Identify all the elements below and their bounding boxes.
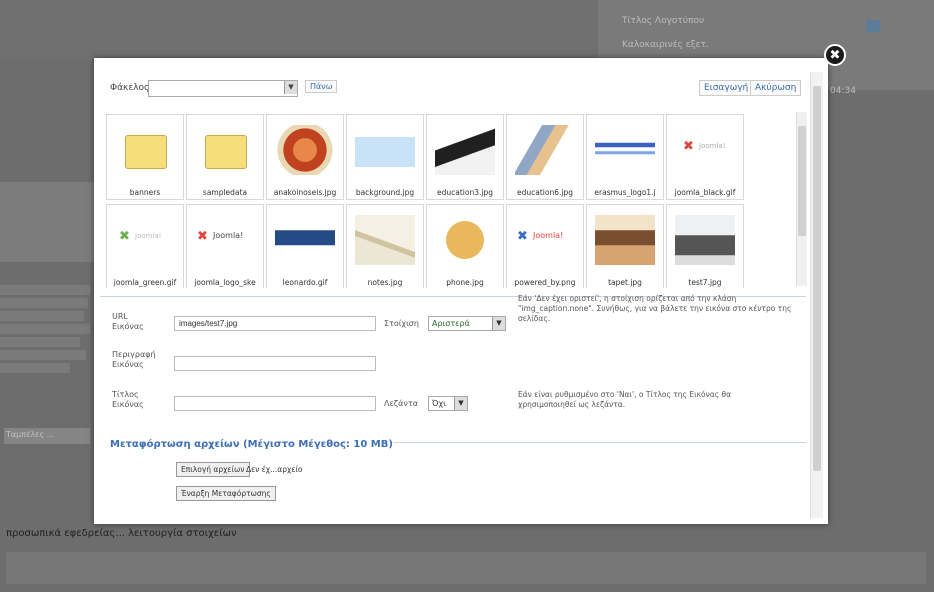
thumb-caption: anakoinoseis.jpg xyxy=(273,188,337,197)
gallery-scrollbar-thumb[interactable] xyxy=(798,126,806,236)
thumb-caption: joomla_logo_ske xyxy=(194,278,256,287)
background-editor-text xyxy=(0,282,95,402)
graduation-cap-image xyxy=(435,125,495,175)
upload-title: Μεταφόρτωση αρχείων (Μέγιστο Μέγεθος: 10… xyxy=(110,439,393,450)
thumb-caption: test7.jpg xyxy=(688,278,722,287)
thumb-caption: phone.jpg xyxy=(446,278,484,287)
choose-files-button[interactable]: Επιλογή αρχείων xyxy=(176,462,250,477)
background-flag-icon xyxy=(866,20,880,32)
people-image xyxy=(675,215,735,265)
insert-button[interactable]: Εισαγωγή xyxy=(699,80,754,96)
thumb-joomla-black[interactable]: joomla_black.gif xyxy=(666,114,744,200)
background-row-2: Καλοκαιρινές εξετ. xyxy=(622,40,709,50)
title-input[interactable] xyxy=(174,396,376,411)
thumb-caption: joomla_black.gif xyxy=(674,188,736,197)
phone-image xyxy=(435,215,495,265)
description-label: Περιγραφή Εικόνας xyxy=(112,350,156,369)
align-select[interactable]: Αριστερά ▼ xyxy=(428,316,506,331)
chevron-down-icon: ▼ xyxy=(454,397,467,410)
background-editor-toolbar xyxy=(0,182,95,262)
thumb-joomla-green[interactable]: joomla_green.gif xyxy=(106,204,184,288)
start-upload-button[interactable]: Έναρξη Μεταφόρτωσης xyxy=(176,486,276,501)
title-label: Τίτλος Εικόνας xyxy=(112,390,144,409)
notes-image xyxy=(355,215,415,265)
background-select: Ταμπέλες ... xyxy=(4,428,90,444)
gallery-scrollbar[interactable] xyxy=(796,112,807,286)
joomla-logo-image xyxy=(195,215,255,265)
thumb-caption: banners xyxy=(129,188,161,197)
thumb-leonardo[interactable]: leonardo.gif xyxy=(266,204,344,288)
background-bottom-note: προσωπικά εφεδρείας... λειτουργία στοιχε… xyxy=(6,528,237,539)
up-button[interactable]: Πάνω xyxy=(305,80,338,93)
thumb-education6[interactable]: education6.jpg xyxy=(506,114,584,200)
thumb-joomla-logo[interactable]: joomla_logo_ske xyxy=(186,204,264,288)
thumb-phone[interactable]: phone.jpg xyxy=(426,204,504,288)
thumb-notes[interactable]: notes.jpg xyxy=(346,204,424,288)
thumb-powered-by[interactable]: powered_by.png xyxy=(506,204,584,288)
thumb-caption: erasmus_logo1.j xyxy=(594,188,656,197)
thumb-anakoinoseis[interactable]: anakoinoseis.jpg xyxy=(266,114,344,200)
chevron-down-icon: ▼ xyxy=(284,81,297,94)
seal-image xyxy=(275,125,335,175)
thumb-caption: notes.jpg xyxy=(367,278,403,287)
url-input[interactable] xyxy=(174,316,376,331)
upload-divider xyxy=(394,442,806,443)
caption-value: Όχι xyxy=(432,399,446,408)
image-manager-modal: Φάκελος / ▼ Πάνω Εισαγωγή Ακύρωση banner… xyxy=(94,58,828,524)
thumb-test7[interactable]: test7.jpg xyxy=(666,204,744,288)
caption-select[interactable]: Όχι ▼ xyxy=(428,396,468,411)
close-icon[interactable]: ✖ xyxy=(824,44,846,66)
align-help-text: Εάν 'Δεν έχει οριστεί', η στοίχιση ορίζε… xyxy=(518,294,792,323)
folder-icon xyxy=(205,135,247,169)
joomla-logo-image xyxy=(675,125,735,175)
erasmus-logo-image xyxy=(595,125,655,175)
background-image xyxy=(355,137,415,167)
thumb-caption: joomla_green.gif xyxy=(113,278,177,287)
chevron-down-icon: ▼ xyxy=(492,317,505,330)
image-gallery: banners sampledata anakoinoseis.jpg back… xyxy=(102,110,798,288)
folder-icon xyxy=(125,135,167,169)
thumb-sampledata[interactable]: sampledata xyxy=(186,114,264,200)
thumb-caption: background.jpg xyxy=(355,188,415,197)
folder-select[interactable]: ▼ xyxy=(148,80,298,97)
joomla-logo-image xyxy=(515,215,575,265)
caption-label: Λεζάντα xyxy=(384,399,418,408)
url-label: URL Εικόνας xyxy=(112,312,144,331)
thumb-caption: powered_by.png xyxy=(514,278,576,287)
leonardo-logo-image xyxy=(275,215,335,265)
joomla-logo-image xyxy=(115,215,175,265)
description-input[interactable] xyxy=(174,356,376,371)
thumb-caption: sampledata xyxy=(202,188,248,197)
thumb-caption: education3.jpg xyxy=(437,188,493,197)
thumb-caption: tapet.jpg xyxy=(608,278,642,287)
education-image xyxy=(515,125,575,175)
thumb-caption: leonardo.gif xyxy=(282,278,328,287)
caption-help-text: Εάν είναι ρυθμισμένο στο 'Ναι', ο Τίτλος… xyxy=(518,390,732,409)
align-label: Στοίχιση xyxy=(384,319,419,328)
thumb-caption: education6.jpg xyxy=(517,188,573,197)
align-value: Αριστερά xyxy=(432,319,470,328)
thumb-erasmus[interactable]: erasmus_logo1.j xyxy=(586,114,664,200)
thumb-banners[interactable]: banners xyxy=(106,114,184,200)
background-bottom-field xyxy=(6,552,926,584)
thumb-background[interactable]: background.jpg xyxy=(346,114,424,200)
thumb-education3[interactable]: education3.jpg xyxy=(426,114,504,200)
modal-scrollbar[interactable] xyxy=(810,72,823,518)
background-time: 04:34 xyxy=(830,86,856,96)
thumb-tapet[interactable]: tapet.jpg xyxy=(586,204,664,288)
no-file-label: Δεν έχ...αρχείο xyxy=(246,465,303,474)
hall-image xyxy=(595,215,655,265)
cancel-button[interactable]: Ακύρωση xyxy=(750,80,802,96)
background-row-1: Τίτλος Λογοτύπου xyxy=(622,16,705,26)
modal-scrollbar-thumb[interactable] xyxy=(813,86,821,471)
